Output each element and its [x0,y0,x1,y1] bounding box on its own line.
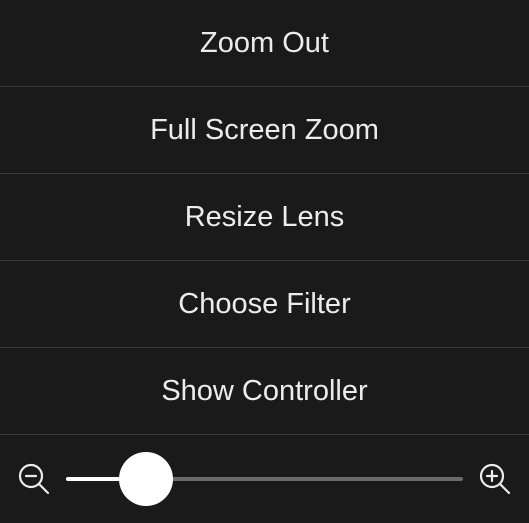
menu-item-label: Full Screen Zoom [150,114,379,147]
menu-item-choose-filter[interactable]: Choose Filter [0,261,529,348]
menu-item-label: Resize Lens [185,201,345,234]
menu-item-label: Zoom Out [200,27,329,60]
menu-item-show-controller[interactable]: Show Controller [0,348,529,435]
menu-item-full-screen-zoom[interactable]: Full Screen Zoom [0,87,529,174]
zoom-slider[interactable] [66,452,463,506]
slider-thumb[interactable] [119,452,173,506]
menu-item-zoom-out[interactable]: Zoom Out [0,0,529,87]
menu-item-resize-lens[interactable]: Resize Lens [0,174,529,261]
zoom-in-icon[interactable] [479,463,511,495]
menu-item-label: Choose Filter [178,288,350,321]
zoom-out-icon[interactable] [18,463,50,495]
zoom-slider-row [0,435,529,523]
zoom-menu-list: Zoom Out Full Screen Zoom Resize Lens Ch… [0,0,529,435]
menu-item-label: Show Controller [161,375,367,408]
